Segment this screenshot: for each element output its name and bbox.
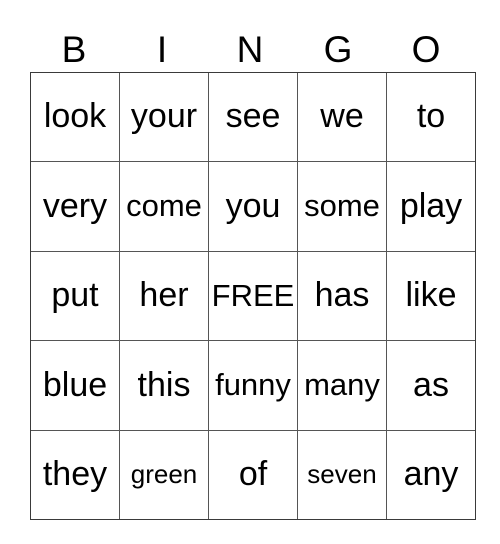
bingo-cell-word: see: [225, 97, 281, 136]
bingo-cell-word: has: [314, 276, 370, 315]
bingo-cell[interactable]: very: [30, 161, 120, 252]
bingo-cell-word: they: [42, 454, 108, 493]
bingo-grid: look your see we to very come you some p…: [30, 71, 476, 520]
bingo-cell[interactable]: put: [30, 250, 120, 342]
bingo-row: very come you some play: [30, 161, 476, 252]
bingo-cell-word: funny: [215, 367, 291, 403]
bingo-header: B I N G O: [30, 26, 470, 72]
bingo-cell-free[interactable]: FREE: [208, 250, 298, 342]
bingo-cell[interactable]: many: [297, 340, 387, 431]
bingo-cell[interactable]: seven: [297, 429, 387, 520]
header-letter-b: B: [61, 28, 87, 70]
bingo-cell[interactable]: green: [119, 429, 209, 520]
bingo-cell-word: look: [43, 97, 107, 136]
header-letter-g: G: [323, 28, 353, 70]
bingo-row: blue this funny many as: [30, 340, 476, 431]
bingo-cell[interactable]: funny: [208, 340, 298, 431]
bingo-row: look your see we to: [30, 71, 476, 163]
bingo-cell[interactable]: they: [30, 429, 120, 520]
bingo-cell-word: seven: [307, 459, 377, 490]
bingo-cell[interactable]: to: [386, 71, 476, 163]
bingo-cell[interactable]: we: [297, 71, 387, 163]
bingo-cell[interactable]: like: [386, 250, 476, 342]
bingo-cell-word: this: [137, 365, 191, 404]
bingo-cell-word: to: [416, 97, 446, 136]
header-letter-n: N: [236, 28, 264, 70]
bingo-cell[interactable]: this: [119, 340, 209, 431]
bingo-card: B I N G O look your see we to very come …: [0, 0, 500, 544]
bingo-cell[interactable]: look: [30, 71, 120, 163]
bingo-cell-word: of: [238, 454, 268, 493]
bingo-cell[interactable]: play: [386, 161, 476, 252]
bingo-cell[interactable]: has: [297, 250, 387, 342]
bingo-row: put her FREE has like: [30, 250, 476, 342]
bingo-cell-word: any: [403, 454, 459, 493]
bingo-cell-word: many: [304, 367, 380, 403]
header-letter-i: I: [156, 28, 168, 70]
bingo-cell[interactable]: see: [208, 71, 298, 163]
bingo-cell-word: some: [304, 188, 380, 224]
bingo-cell[interactable]: your: [119, 71, 209, 163]
bingo-cell[interactable]: some: [297, 161, 387, 252]
bingo-cell-word: put: [51, 276, 99, 315]
bingo-cell-word: FREE: [211, 277, 295, 313]
bingo-cell-word: we: [320, 97, 364, 136]
bingo-cell-word: as: [413, 365, 449, 404]
bingo-cell-word: her: [139, 276, 189, 315]
bingo-cell[interactable]: any: [386, 429, 476, 520]
header-letter-o: O: [411, 28, 441, 70]
bingo-cell-word: green: [130, 459, 198, 490]
bingo-cell-word: like: [405, 276, 457, 315]
bingo-cell-word: you: [225, 186, 281, 225]
bingo-cell[interactable]: come: [119, 161, 209, 252]
bingo-cell[interactable]: her: [119, 250, 209, 342]
bingo-cell[interactable]: blue: [30, 340, 120, 431]
bingo-cell-word: your: [130, 97, 198, 136]
bingo-cell-word: play: [399, 186, 463, 225]
bingo-cell-word: very: [42, 186, 108, 225]
bingo-cell-word: blue: [42, 365, 108, 404]
bingo-cell[interactable]: of: [208, 429, 298, 520]
bingo-cell[interactable]: you: [208, 161, 298, 252]
bingo-row: they green of seven any: [30, 429, 476, 520]
bingo-cell[interactable]: as: [386, 340, 476, 431]
bingo-cell-word: come: [126, 188, 202, 224]
